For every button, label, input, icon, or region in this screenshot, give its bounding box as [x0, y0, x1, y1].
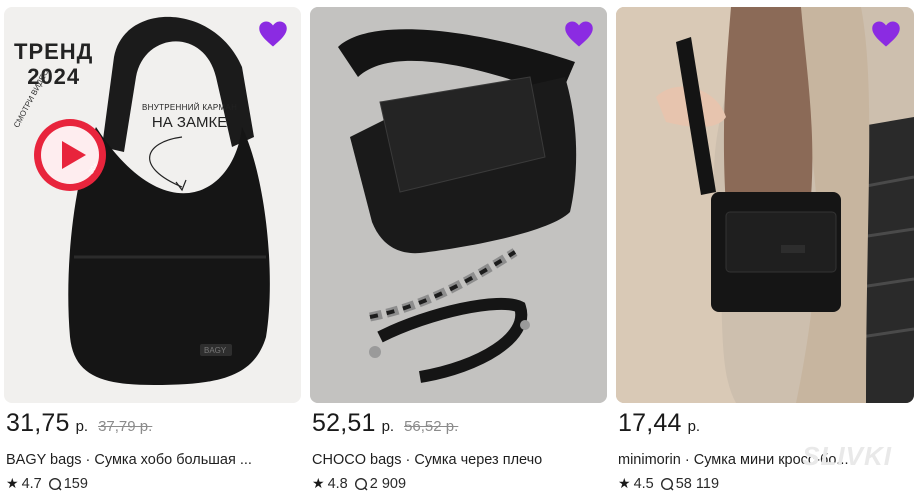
old-price: 56,52 р.: [404, 418, 459, 435]
pocket-caption: ВНУТРЕННИЙ КАРМАН НА ЗАМКЕ: [142, 103, 237, 131]
heart-icon: [565, 21, 593, 47]
product-card[interactable]: BAGY ТРЕНД 2024 СМОТРИ ВИДЕО 30+ ВНУТРЕН…: [4, 7, 301, 494]
currency: р.: [75, 418, 89, 435]
rating-row: ★ 4.8 2 909: [312, 475, 406, 492]
old-price: 37,79 р.: [98, 418, 153, 435]
heart-icon: [259, 21, 287, 47]
reviews-count: 58 119: [675, 475, 720, 492]
comment-icon: [354, 477, 368, 490]
favorite-button[interactable]: [564, 20, 594, 48]
product-title[interactable]: BAGY bags · Сумка хобо большая ...: [6, 452, 296, 468]
product-card[interactable]: 52,51 р. 56,52 р. CHOCO bags · Сумка чер…: [310, 7, 607, 494]
rating-value: 4.7: [21, 475, 42, 492]
favorite-button[interactable]: [871, 20, 901, 48]
product-photo[interactable]: [310, 7, 607, 403]
comment-icon: [48, 477, 62, 490]
pocket-caption-line1: ВНУТРЕННИЙ КАРМАН: [142, 103, 238, 112]
watermark: SLIVKI: [802, 441, 892, 471]
trend-year: 2024: [27, 64, 81, 89]
heart-icon: [872, 21, 900, 47]
price: 17,44: [618, 409, 682, 437]
product-photo[interactable]: BAGY ТРЕНД 2024 СМОТРИ ВИДЕО 30+ ВНУТРЕН…: [4, 7, 301, 403]
price-row: 17,44 р.: [618, 409, 710, 445]
price-row: 31,75 р. 37,79 р.: [6, 409, 152, 445]
trend-badge: ТРЕНД 2024: [14, 39, 93, 89]
product-card[interactable]: 17,44 р. minimorin · Сумка мини кросс-бо…: [616, 7, 914, 494]
star-icon: ★: [6, 475, 19, 491]
favorite-button[interactable]: [258, 20, 288, 48]
rating-value: 4.5: [633, 475, 654, 492]
pocket-caption-line2: НА ЗАМКЕ: [151, 114, 228, 131]
reviews-count: 159: [63, 475, 88, 492]
reviews-count: 2 909: [369, 475, 407, 492]
comment-icon: [660, 477, 674, 490]
price: 31,75: [6, 409, 70, 437]
star-icon: ★: [312, 475, 325, 491]
star-icon: ★: [618, 475, 631, 491]
rating-row: ★ 4.5 58 119: [618, 475, 719, 492]
rating-value: 4.8: [327, 475, 348, 492]
price-row: 52,51 р. 56,52 р.: [312, 409, 458, 445]
currency: р.: [381, 418, 395, 435]
trend-text: ТРЕНД: [14, 39, 94, 64]
price: 52,51: [312, 409, 376, 437]
product-title[interactable]: CHOCO bags · Сумка через плечо: [312, 452, 602, 468]
currency: р.: [687, 418, 701, 435]
rating-row: ★ 4.7 159: [6, 475, 88, 492]
bag-tag-label: BAGY: [204, 346, 227, 355]
product-photo[interactable]: [616, 7, 914, 403]
